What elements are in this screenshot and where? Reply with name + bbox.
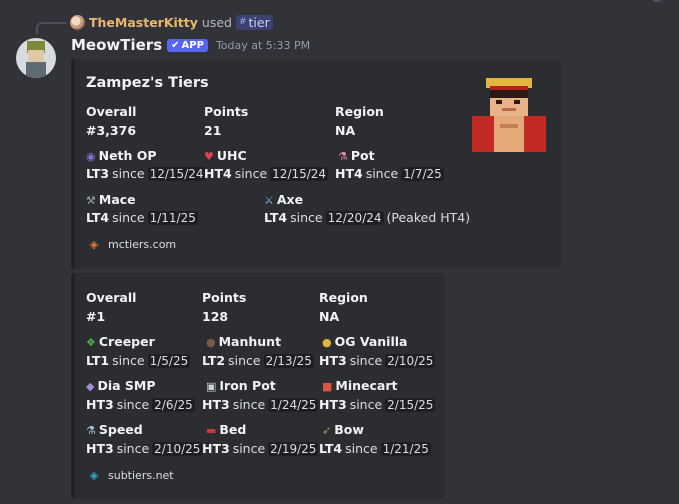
speed-icon: ⚗ xyxy=(86,424,96,437)
tier-iron-pot-value: HT3 since 1/24/25 xyxy=(202,397,319,412)
tier-pot-name: ⚗ Pot xyxy=(338,148,375,163)
footer-text: mctiers.com xyxy=(108,237,177,251)
command-name: tier xyxy=(248,14,270,30)
dia-smp-icon: ◆ xyxy=(86,380,95,393)
mctiers-logo-icon: ◈ xyxy=(89,237,99,251)
tier-bed-value: HT3 since 2/19/25 xyxy=(202,441,319,456)
og-vanilla-icon: ● xyxy=(322,336,332,349)
bow-icon: ➶ xyxy=(322,424,332,437)
reply-connector xyxy=(36,22,66,34)
reply-username[interactable]: TheMasterKitty xyxy=(89,15,198,30)
potion-icon: ⚗ xyxy=(338,150,348,163)
tier-og-vanilla-value: HT3 since 2/10/25 xyxy=(319,353,436,368)
bot-avatar[interactable] xyxy=(16,38,56,78)
message-header: MeowTiers ✔ APP Today at 5:33 PM xyxy=(71,36,310,54)
manhunt-icon: ● xyxy=(206,336,216,349)
author-name[interactable]: MeowTiers xyxy=(71,36,162,54)
message-timestamp[interactable]: Today at 5:33 PM xyxy=(216,39,310,52)
tier-uhc-value: HT4 since 12/15/24 xyxy=(204,166,329,181)
field-name: Overall xyxy=(86,104,137,119)
footer-text: subtiers.net xyxy=(108,468,174,482)
command-icon: # xyxy=(238,17,247,27)
minecart-icon: ■ xyxy=(322,380,333,393)
scroll-edge-indicator xyxy=(653,0,661,2)
tier-og-vanilla-name: ● OG Vanilla xyxy=(322,334,408,349)
embed-footer: ◈ subtiers.net xyxy=(86,467,174,483)
embed-title: Zampez's Tiers xyxy=(86,75,209,91)
field-value: 21 xyxy=(204,123,222,138)
app-badge: ✔ APP xyxy=(167,38,208,52)
field-value: #3,376 xyxy=(86,123,137,138)
field-value: NA xyxy=(335,123,356,138)
tier-creeper-value: LT1 since 1/5/25 xyxy=(86,353,191,368)
tier-bow-name: ➶ Bow xyxy=(322,422,364,437)
tier-neth-op-value: LT3 since 12/15/24 xyxy=(86,166,206,181)
iron-pot-icon: ▣ xyxy=(206,380,217,393)
tier-dia-smp-value: HT3 since 2/6/25 xyxy=(86,397,195,412)
reply-avatar[interactable] xyxy=(70,14,85,30)
reply-used-text: used xyxy=(201,14,232,30)
embed-footer: ◈ mctiers.com xyxy=(86,236,176,252)
tier-minecart-name: ■ Minecart xyxy=(322,378,398,393)
subtiers-logo-icon: ◈ xyxy=(89,468,99,482)
slash-command-chip[interactable]: # tier xyxy=(235,14,273,30)
tier-manhunt-name: ● Manhunt xyxy=(206,334,282,349)
field-name: Region xyxy=(319,290,368,305)
field-name: Overall xyxy=(86,290,137,305)
tier-speed-value: HT3 since 2/10/25 xyxy=(86,441,203,456)
creeper-icon: ❖ xyxy=(86,336,96,349)
bed-icon: ▬ xyxy=(206,424,217,437)
tier-uhc-name: ♥ UHC xyxy=(204,148,247,163)
tier-mace-value: LT4 since 1/11/25 xyxy=(86,210,198,225)
tier-manhunt-value: LT2 since 2/13/25 xyxy=(202,353,314,368)
field-name: Points xyxy=(202,290,247,305)
tier-axe-value: LT4 since 12/20/24 (Peaked HT4) xyxy=(264,210,471,225)
tier-bed-name: ▬ Bed xyxy=(206,422,247,437)
tier-iron-pot-name: ▣ Iron Pot xyxy=(206,378,276,393)
field-name: Region xyxy=(335,104,384,119)
mace-icon: ⚒ xyxy=(86,194,96,207)
verified-check-icon: ✔ xyxy=(171,39,180,51)
embed-subtiers: Overall #1 Points 128 Region NA ❖ Creeper… xyxy=(71,273,445,499)
tier-axe-name: ⚔ Axe xyxy=(264,192,304,207)
app-badge-label: APP xyxy=(181,39,204,51)
tier-mace-name: ⚒ Mace xyxy=(86,192,136,207)
field-value: #1 xyxy=(86,309,106,324)
tier-minecart-value: HT3 since 2/15/25 xyxy=(319,397,436,412)
reply-context[interactable]: TheMasterKitty used # tier xyxy=(70,13,273,31)
tier-bow-value: LT4 since 1/21/25 xyxy=(319,441,431,456)
field-name: Points xyxy=(204,104,249,119)
tier-speed-name: ⚗ Speed xyxy=(86,422,143,437)
field-value: NA xyxy=(319,309,340,324)
heart-icon: ♥ xyxy=(204,150,214,163)
axe-icon: ⚔ xyxy=(264,194,274,207)
tier-pot-value: HT4 since 1/7/25 xyxy=(335,166,444,181)
tier-neth-op-name: ◉ Neth OP xyxy=(86,148,157,163)
tier-dia-smp-name: ◆ Dia SMP xyxy=(86,378,156,393)
netherite-helmet-icon: ◉ xyxy=(86,150,96,163)
player-skin-thumbnail[interactable] xyxy=(472,76,546,152)
field-value: 128 xyxy=(202,309,229,324)
tier-creeper-name: ❖ Creeper xyxy=(86,334,155,349)
